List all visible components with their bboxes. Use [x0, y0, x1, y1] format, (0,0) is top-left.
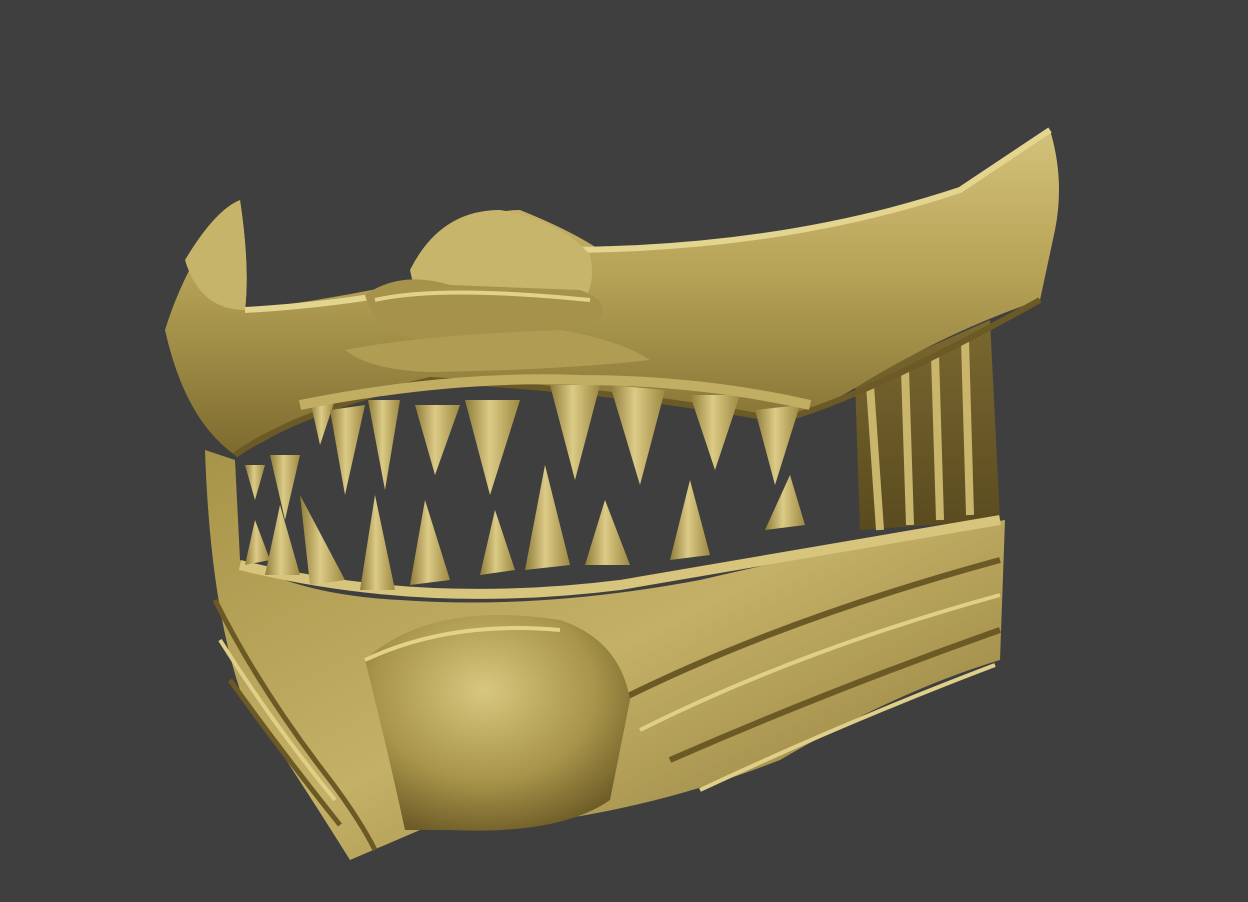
3d-viewport[interactable]: [0, 0, 1248, 902]
mask-render: [165, 127, 1059, 860]
chin: [364, 615, 630, 831]
